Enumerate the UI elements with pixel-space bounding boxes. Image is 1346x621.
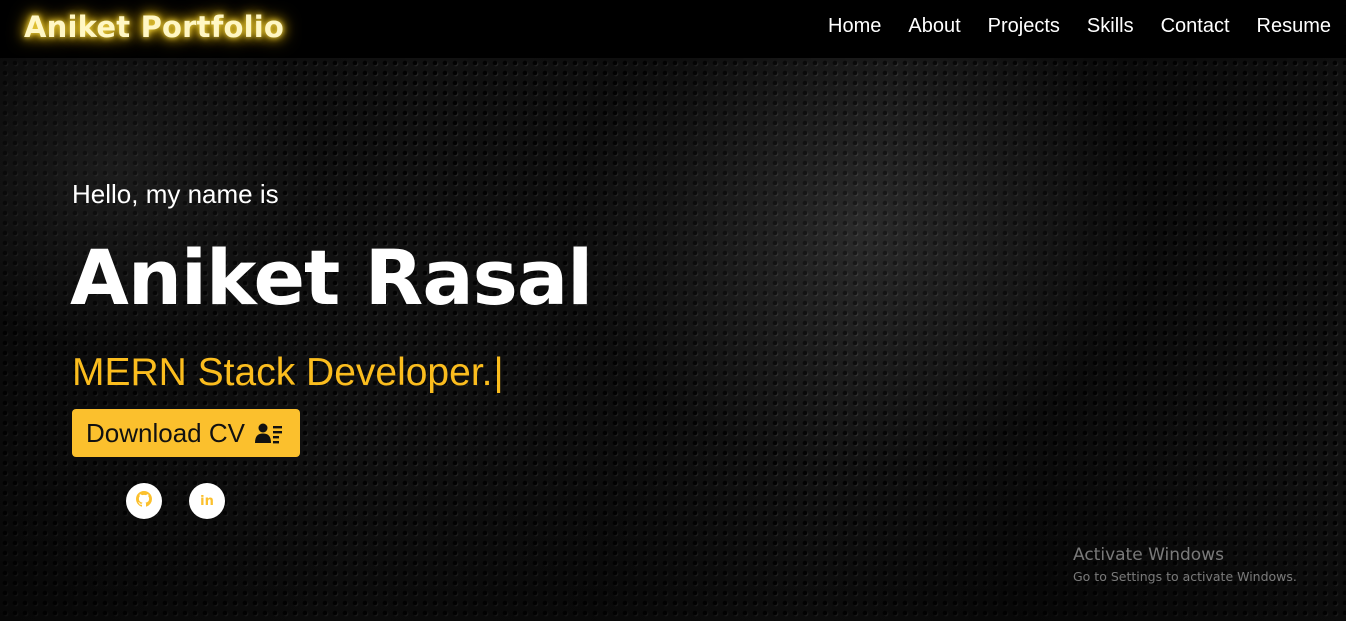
download-cv-button[interactable]: Download CV [72,409,300,457]
hero-role: MERN Stack Developer.| [72,351,504,395]
linkedin-link[interactable]: in [189,483,225,519]
typing-cursor: | [493,351,504,394]
download-cv-label: Download CV [86,417,245,448]
github-icon [136,490,152,512]
hero-name: Aniket Rasal [70,233,593,322]
nav-link-home[interactable]: Home [828,15,881,38]
watermark-subtitle: Go to Settings to activate Windows. [1073,569,1297,584]
nav-link-projects[interactable]: Projects [988,15,1060,38]
nav-link-skills[interactable]: Skills [1087,15,1134,38]
linkedin-icon: in [200,493,214,509]
hero-section: Hello, my name is Aniket Rasal MERN Stac… [0,58,1346,621]
hero-role-text: MERN Stack Developer. [72,351,493,394]
nav-link-resume[interactable]: Resume [1257,15,1331,38]
nav-link-about[interactable]: About [908,15,960,38]
hero-background-texture [0,58,1346,621]
id-card-icon [254,421,283,445]
hero-greeting: Hello, my name is [72,179,279,209]
navbar: Aniket Portfolio Home About Projects Ski… [0,0,1346,58]
nav-link-contact[interactable]: Contact [1161,15,1230,38]
brand-logo[interactable]: Aniket Portfolio [24,10,284,44]
github-link[interactable] [126,483,162,519]
watermark-title: Activate Windows [1073,545,1224,565]
nav-links: Home About Projects Skills Contact Resum… [828,15,1331,38]
activate-windows-watermark: Activate Windows Go to Settings to activ… [1073,545,1297,584]
